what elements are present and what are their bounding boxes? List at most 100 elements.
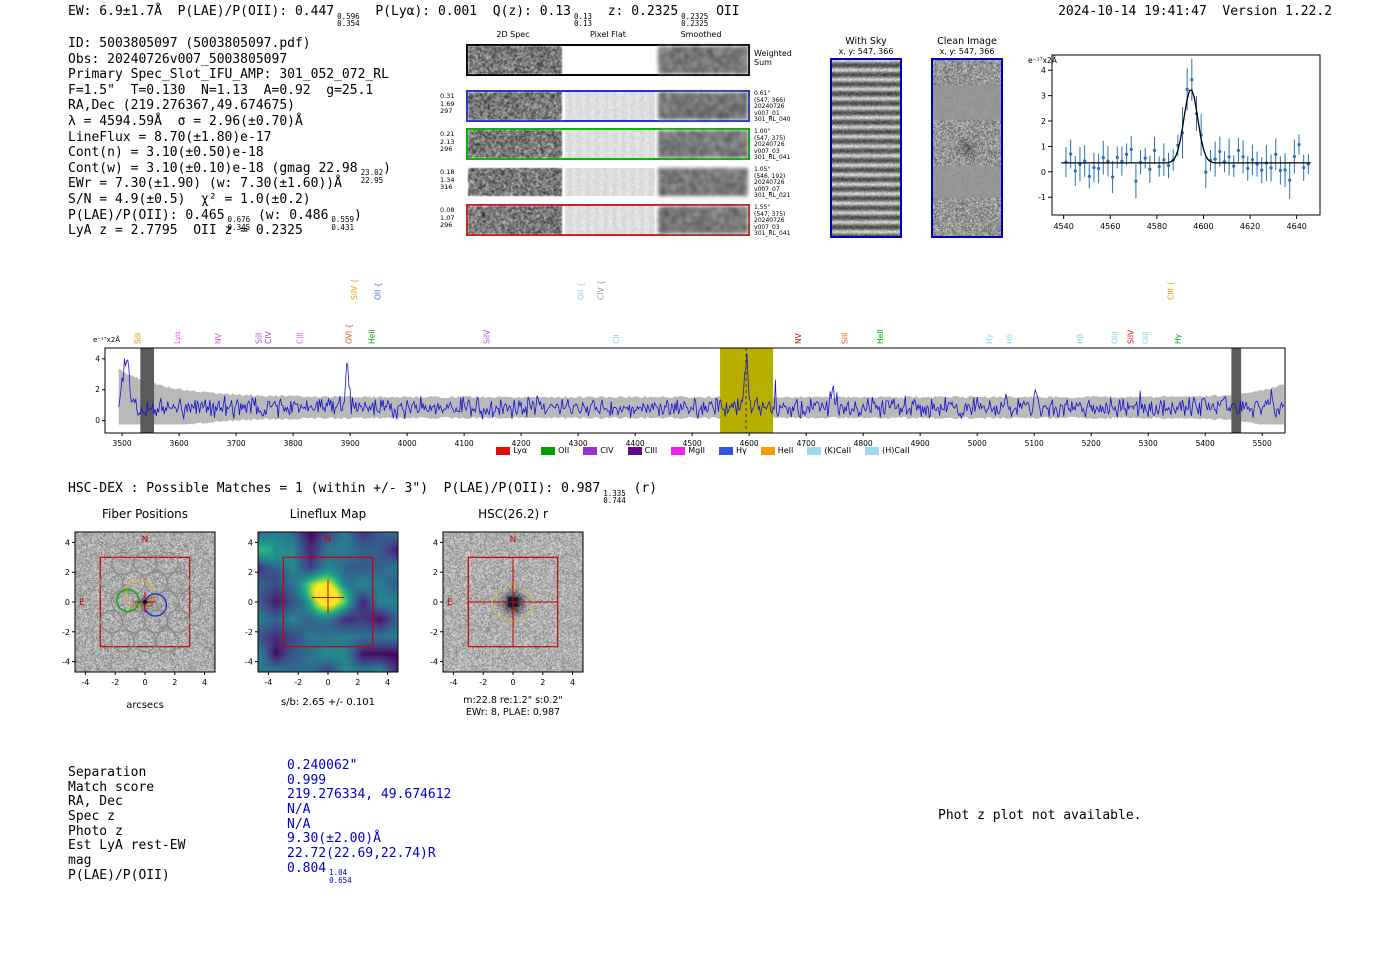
pixel-flat-strip (565, 206, 655, 234)
svg-text:e⁻¹⁷x2Å: e⁻¹⁷x2Å (1028, 56, 1058, 65)
svg-text:4: 4 (1041, 66, 1046, 75)
2d-row-weights: 0.21 2.13 296 (440, 130, 455, 153)
info-line: Primary Spec_Slot_IFU_AMP: 301_052_072_R… (68, 67, 389, 83)
clean-image (931, 58, 1003, 238)
legend-item: CIV (583, 446, 614, 455)
svg-text:4: 4 (248, 538, 253, 547)
svg-text:SIII: SIII (840, 333, 849, 344)
svg-text:Lyα: Lyα (173, 331, 182, 344)
match-table-row: Spec z N/A (68, 802, 451, 825)
svg-text:SiIV {: SiIV { (350, 279, 359, 300)
svg-text:0: 0 (95, 416, 100, 425)
legend-item: (H)CaII (865, 446, 910, 455)
with-sky-coords: x, y: 547, 366 (838, 47, 894, 56)
match-table-label: Spec z (68, 809, 115, 825)
legend-label: HeII (777, 446, 794, 455)
svg-text:2: 2 (433, 568, 438, 577)
match-table-label: mag (68, 853, 92, 869)
2d-row-meta: 0.61" (547, 366) 20240726 v007_01 301_RL_040 (754, 90, 791, 123)
match-table-row: P(LAE)/P(OII) 0.804 1.04 0.654 (68, 861, 451, 884)
smoothed-strip (658, 168, 748, 196)
match-table-value: 0.804 1.04 0.654 (287, 860, 352, 885)
legend-swatch (807, 446, 822, 455)
svg-text:0: 0 (142, 678, 147, 687)
match-table-value: 22.72(22.69,22.74)R (287, 846, 436, 862)
2d-spec-row (466, 128, 750, 160)
svg-text:CIV: CIV (264, 331, 273, 344)
2d-spec-row (466, 44, 750, 76)
svg-text:-2: -2 (479, 678, 487, 687)
svg-text:0: 0 (248, 598, 253, 607)
2d-spec-strip (468, 168, 562, 196)
elixer-report: EW: 6.9±1.7Å P(LAE)/P(OII): 0.447 0.596 0.… (0, 0, 1400, 953)
hsc-cutout-panel: HSC(26.2) r -4 -4 -2 -2 0 0 2 2 4 4 N E m:22.8 re:1… (408, 505, 618, 723)
2d-spec-strip (468, 130, 562, 158)
2d-spec-row (466, 166, 750, 198)
svg-text:4: 4 (202, 678, 207, 687)
svg-text:2: 2 (540, 678, 545, 687)
stacked-uncertainty: 0.559 0.431 (331, 215, 354, 232)
2d-row-weights: 0.18 1.34 316 (440, 168, 455, 191)
legend-swatch (671, 446, 686, 455)
svg-text:OVI {: OVI { (344, 324, 353, 344)
info-line: S/N = 4.9(±0.5) χ² = 1.0(±0.2) (68, 191, 311, 207)
smoothed-strip (658, 46, 748, 74)
col-title-2d-spec: 2D Spec (496, 30, 530, 39)
2d-row-weights: 0.08 1.07 296 (440, 206, 455, 229)
svg-text:4: 4 (95, 354, 100, 363)
panel-axes: -4 -4 -2 -2 0 0 2 2 4 4 (245, 531, 399, 687)
svg-text:HeII: HeII (367, 329, 376, 344)
smoothed-strip (658, 92, 748, 120)
svg-text:4: 4 (385, 678, 390, 687)
svg-text:4640: 4640 (1287, 222, 1307, 231)
lineflux-map-panel: Lineflux Map -4 -4 -2 -2 0 0 2 2 4 4 N s/b: 2.65 +… (223, 505, 433, 723)
photz-note: Phot z plot not available. (938, 808, 1142, 823)
spectrum-axes: 3500 3600 3700 3800 3900 4000 4100 4200 4300 4400… (93, 335, 1286, 448)
svg-text:-4: -4 (264, 678, 272, 687)
2d-row-weights: 0.31 1.69 297 (440, 92, 455, 115)
svg-text:E: E (79, 598, 85, 608)
panel-overlays: N (282, 535, 374, 648)
svg-text:0: 0 (65, 598, 70, 607)
match-table-label: Est LyA rest-EW (68, 838, 186, 854)
stacked-uncertainty: 1.04 0.654 (329, 868, 352, 885)
svg-text:4600: 4600 (1193, 222, 1213, 231)
hsc-cutout-axes: -4-4-2-2002244 NE (430, 531, 584, 687)
smoothed-strip (658, 206, 748, 234)
svg-text:2: 2 (172, 678, 177, 687)
legend-swatch (760, 446, 775, 455)
svg-text:3: 3 (1041, 92, 1046, 101)
svg-text:4620: 4620 (1240, 222, 1260, 231)
info-line: λ = 4594.59Å σ = 2.96(±0.70)Å (68, 113, 303, 129)
panel-axes: -4 -4 -2 -2 0 0 2 2 4 4 (62, 531, 216, 687)
svg-text:0: 0 (325, 678, 330, 687)
match-table-row: Separation 0.240062" (68, 758, 451, 781)
svg-text:4: 4 (65, 538, 70, 547)
emission-line-labels: SiII Lyα NV SiII CIV CIII OVI {SiIV {HeIIOII {… (134, 279, 1183, 344)
clean-image-title: Clean Image (937, 36, 997, 47)
svg-text:CIII: CIII (295, 332, 304, 344)
2d-row-meta: 1.05" (546, 192) 20240726 v007_07 301_RL_021 (754, 166, 791, 199)
legend-item: CIII (627, 446, 657, 455)
svg-text:OIII: OIII (1141, 331, 1150, 344)
legend-label: Lyα (513, 446, 528, 455)
pixel-flat-strip (565, 168, 655, 196)
info-line: ID: 5003805097 (5003805097.pdf) (68, 36, 311, 51)
hsc-cutout-caption-1: m:22.8 re:1.2" s:0.2" (463, 695, 563, 706)
svg-text:N: N (325, 535, 332, 545)
clean-image-coords: x, y: 547, 366 (939, 47, 995, 56)
panel-axes: -4 -4 -2 -2 0 0 2 2 4 4 (430, 531, 584, 687)
legend-item: Hγ (718, 446, 747, 455)
clean-image-panel: Clean Image x, y: 547, 366 (924, 36, 1010, 238)
lineflux-map-axes: -4 -4 -2 -2 0 0 2 2 4 4 N (245, 531, 399, 687)
svg-text:CII: CII (612, 334, 621, 344)
svg-text:4: 4 (570, 678, 575, 687)
svg-text:-4: -4 (81, 678, 89, 687)
svg-text:OII {: OII { (576, 283, 585, 300)
spectrum-data (118, 348, 1285, 433)
stacked-uncertainty: 0.596 0.354 (337, 11, 360, 28)
2d-spec-strip (468, 206, 562, 234)
info-line: Cont(w) = 3.10(±0.10)e-18 (gmag 22.98 23.… (68, 160, 391, 185)
svg-text:-2: -2 (430, 628, 438, 637)
svg-text:SiII: SiII (134, 333, 143, 344)
